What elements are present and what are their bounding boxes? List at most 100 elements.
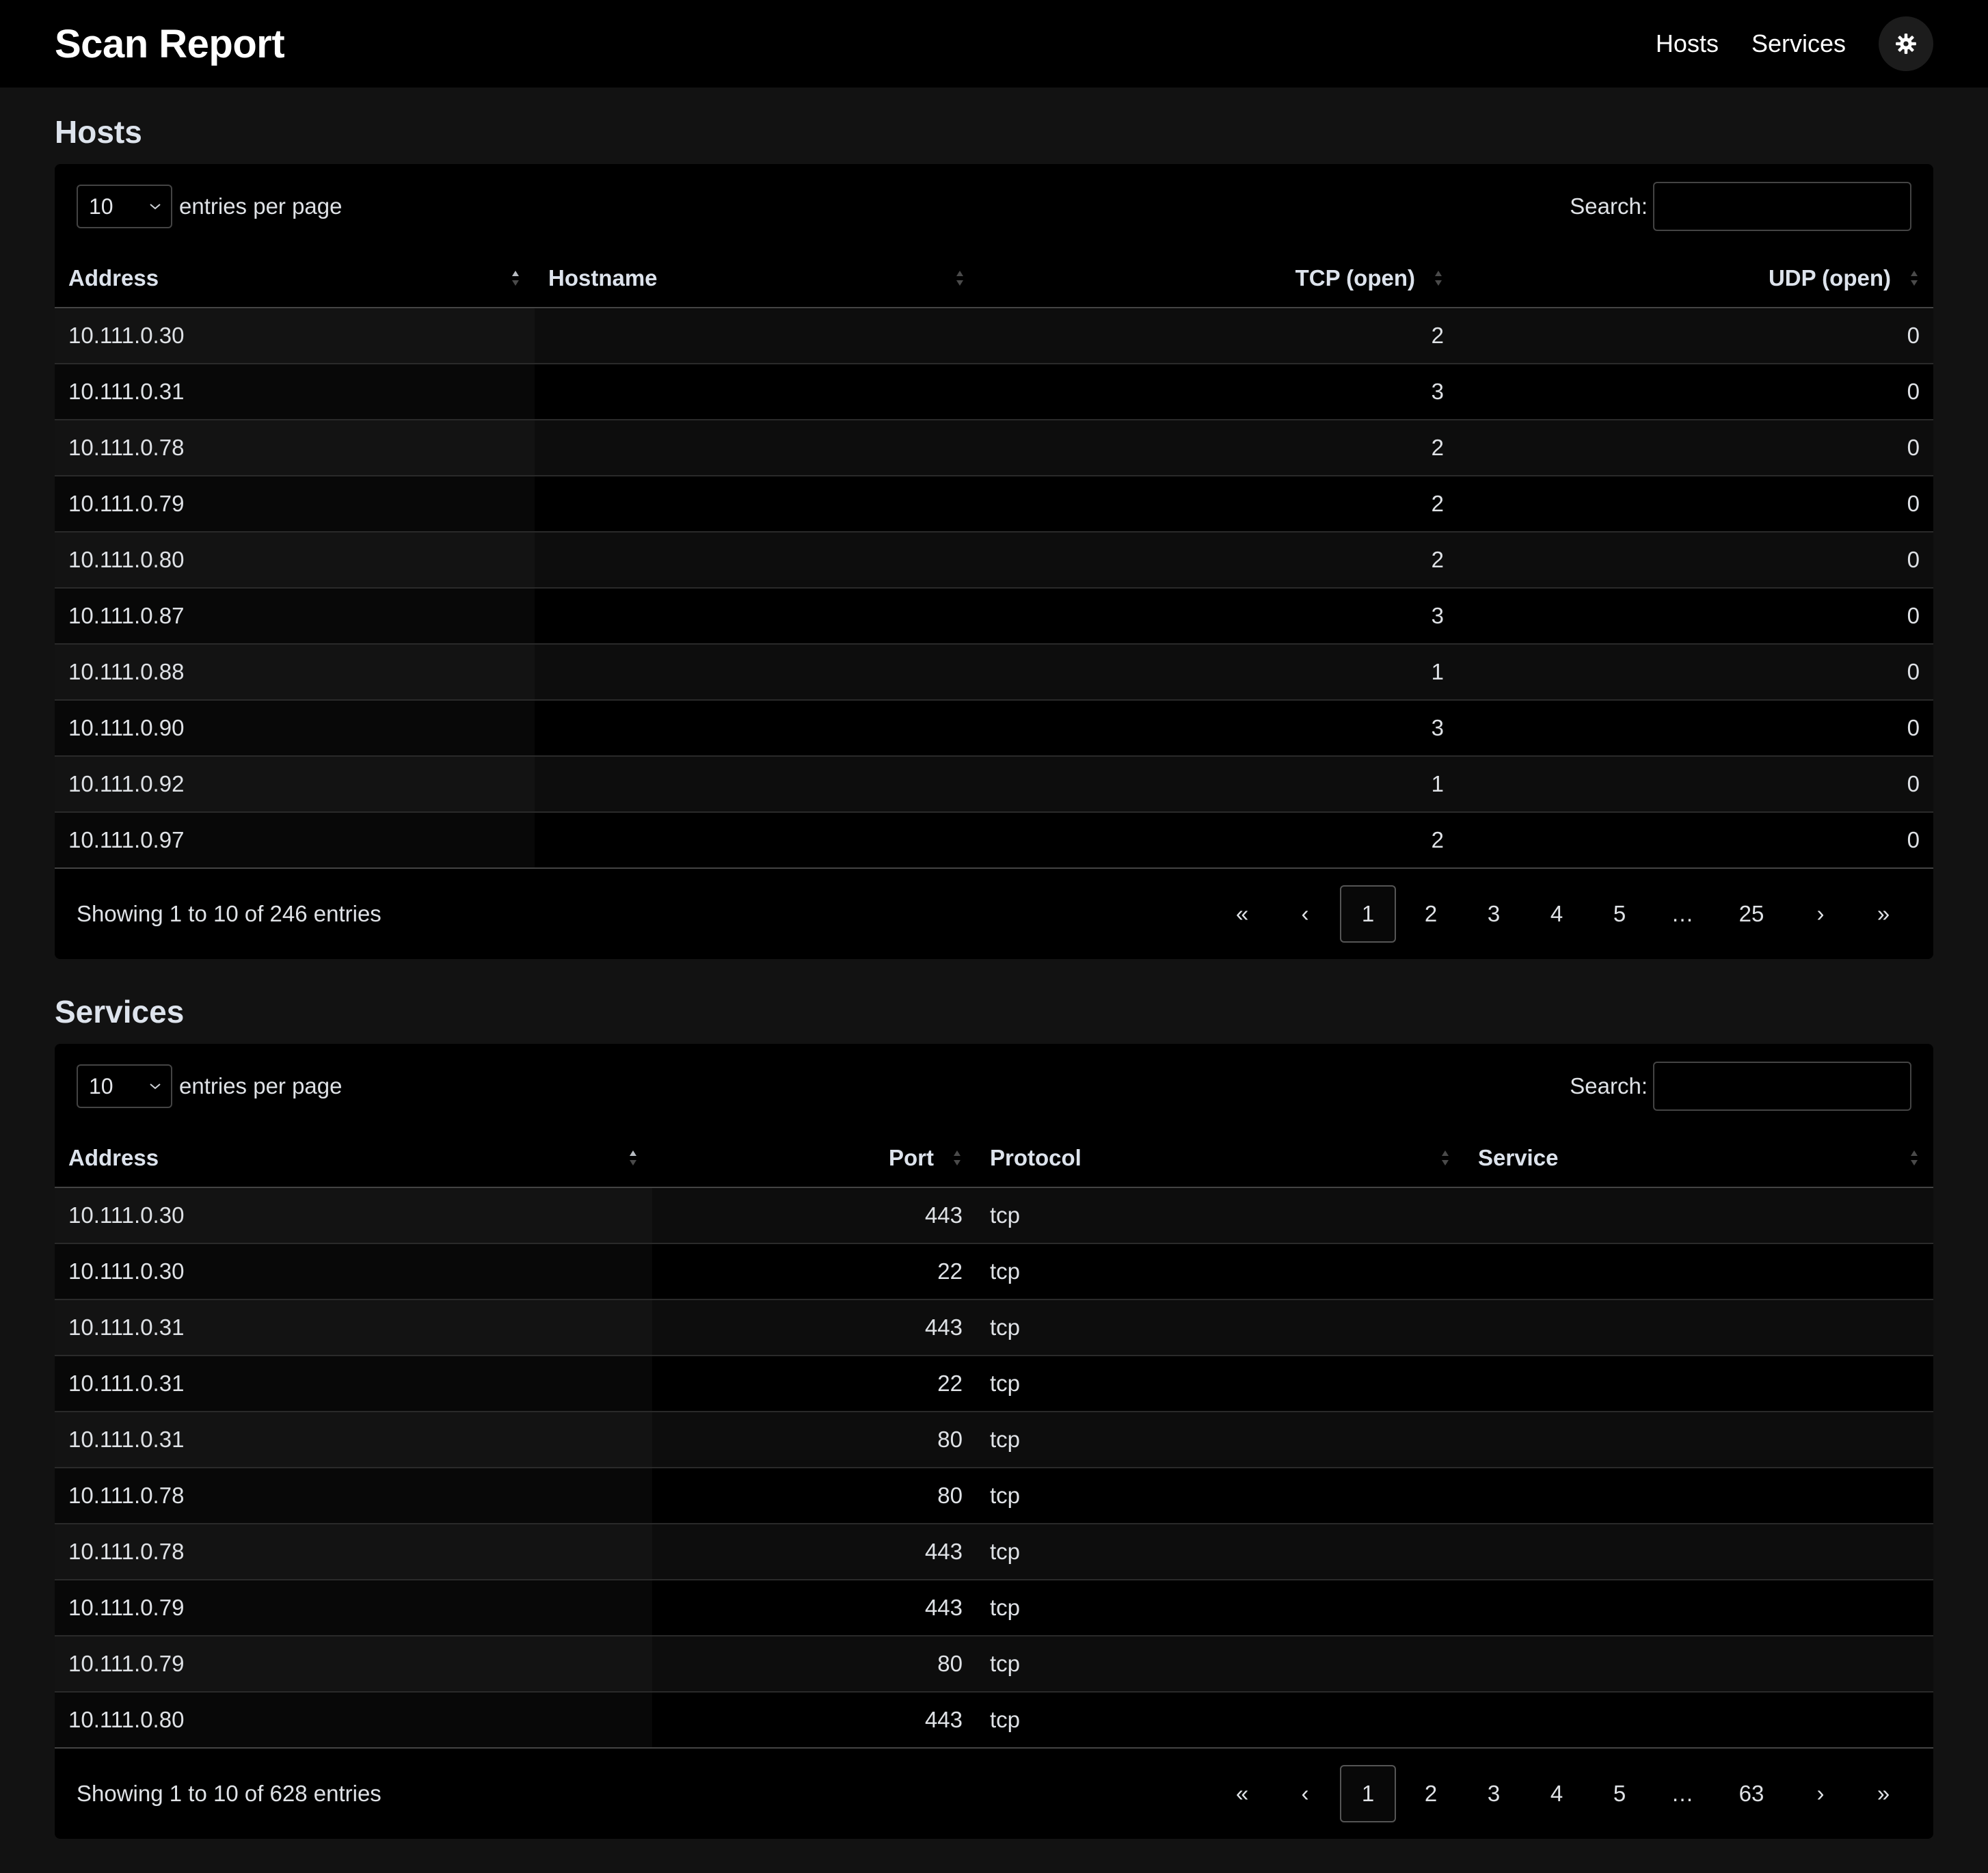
protocol-cell: tcp: [976, 1636, 1464, 1693]
theme-toggle-button[interactable]: [1879, 16, 1933, 71]
tcp-open-cell: 1: [979, 756, 1458, 813]
page-1-button[interactable]: 1: [1340, 885, 1396, 943]
udp-open-cell: 0: [1458, 812, 1933, 869]
hosts-length-select[interactable]: 10: [77, 185, 172, 228]
table-row: 10.111.0.90 3 0: [55, 700, 1933, 757]
table-row: 10.111.0.97 2 0: [55, 812, 1933, 869]
sort-icon: [956, 270, 963, 286]
table-row: 10.111.0.78 443 tcp: [55, 1524, 1933, 1580]
services-length-label: entries per page: [179, 1073, 342, 1099]
tcp-open-cell: 1: [979, 644, 1458, 701]
services-col-service[interactable]: Service: [1464, 1129, 1933, 1188]
service-cell: [1464, 1187, 1933, 1244]
hosts-controls: 10 entries per page Search:: [55, 164, 1933, 249]
address-cell: 10.111.0.80: [55, 1692, 652, 1749]
port-cell: 443: [652, 1299, 976, 1356]
first-page-button[interactable]: «: [1214, 1765, 1270, 1822]
hostname-cell: [535, 308, 979, 364]
services-search-input[interactable]: [1653, 1062, 1911, 1111]
tcp-open-cell: 2: [979, 420, 1458, 476]
nav-link-services[interactable]: Services: [1751, 29, 1846, 58]
sort-icon: [1911, 1150, 1918, 1165]
port-cell: 443: [652, 1524, 976, 1580]
table-row: 10.111.0.31 3 0: [55, 364, 1933, 420]
services-col-protocol[interactable]: Protocol: [976, 1129, 1464, 1188]
page-3-button[interactable]: 3: [1466, 885, 1522, 943]
address-cell: 10.111.0.30: [55, 1187, 652, 1244]
port-cell: 22: [652, 1356, 976, 1412]
table-row: 10.111.0.80 443 tcp: [55, 1692, 1933, 1749]
nav-link-hosts[interactable]: Hosts: [1656, 29, 1719, 58]
udp-open-cell: 0: [1458, 420, 1933, 476]
previous-page-button[interactable]: ‹: [1277, 885, 1333, 943]
hostname-cell: [535, 644, 979, 701]
page-ellipsis: …: [1671, 901, 1694, 926]
hostname-cell: [535, 476, 979, 533]
table-row: 10.111.0.79 443 tcp: [55, 1580, 1933, 1636]
udp-open-cell: 0: [1458, 588, 1933, 645]
udp-open-cell: 0: [1458, 532, 1933, 589]
page-5-button[interactable]: 5: [1591, 885, 1648, 943]
last-page-button[interactable]: »: [1855, 885, 1911, 943]
last-page-number-button[interactable]: 25: [1717, 885, 1786, 943]
hostname-cell: [535, 812, 979, 869]
tcp-open-cell: 3: [979, 588, 1458, 645]
hosts-section: Hosts 10 entries per page Search: Addres…: [0, 87, 1988, 959]
page-4-button[interactable]: 4: [1529, 885, 1585, 943]
gear-icon: [1896, 33, 1916, 54]
address-cell: 10.111.0.97: [55, 812, 535, 869]
table-row: 10.111.0.78 80 tcp: [55, 1468, 1933, 1524]
table-row: 10.111.0.79 80 tcp: [55, 1636, 1933, 1693]
services-col-port[interactable]: Port: [652, 1129, 976, 1188]
hostname-cell: [535, 420, 979, 476]
service-cell: [1464, 1243, 1933, 1300]
last-page-button[interactable]: »: [1855, 1765, 1911, 1822]
hostname-cell: [535, 700, 979, 757]
page-3-button[interactable]: 3: [1466, 1765, 1522, 1822]
service-cell: [1464, 1468, 1933, 1524]
services-heading: Services: [55, 994, 185, 1029]
table-row: 10.111.0.30 22 tcp: [55, 1243, 1933, 1300]
table-row: 10.111.0.30 2 0: [55, 308, 1933, 364]
next-page-button[interactable]: ›: [1792, 885, 1849, 943]
address-cell: 10.111.0.88: [55, 644, 535, 701]
services-length-select[interactable]: 10: [77, 1064, 172, 1108]
hostname-cell: [535, 588, 979, 645]
hosts-length-label: entries per page: [179, 193, 342, 219]
hosts-col-tcp[interactable]: TCP (open): [979, 249, 1458, 308]
services-entries-info: Showing 1 to 10 of 628 entries: [77, 1781, 381, 1806]
table-row: 10.111.0.87 3 0: [55, 588, 1933, 645]
last-page-number-button[interactable]: 63: [1717, 1765, 1786, 1822]
tcp-open-cell: 2: [979, 812, 1458, 869]
address-cell: 10.111.0.78: [55, 420, 535, 476]
tcp-open-cell: 2: [979, 476, 1458, 533]
services-col-address[interactable]: Address: [55, 1129, 652, 1188]
udp-open-cell: 0: [1458, 364, 1933, 420]
service-cell: [1464, 1412, 1933, 1468]
page-5-button[interactable]: 5: [1591, 1765, 1648, 1822]
page-2-button[interactable]: 2: [1403, 885, 1459, 943]
protocol-cell: tcp: [976, 1299, 1464, 1356]
table-row: 10.111.0.79 2 0: [55, 476, 1933, 533]
port-cell: 443: [652, 1692, 976, 1749]
previous-page-button[interactable]: ‹: [1277, 1765, 1333, 1822]
address-cell: 10.111.0.31: [55, 364, 535, 420]
hosts-col-hostname[interactable]: Hostname: [535, 249, 979, 308]
tcp-open-cell: 2: [979, 308, 1458, 364]
address-cell: 10.111.0.92: [55, 756, 535, 813]
page-1-button[interactable]: 1: [1340, 1765, 1396, 1822]
hosts-col-udp[interactable]: UDP (open): [1458, 249, 1933, 308]
hosts-search: Search:: [1570, 182, 1911, 231]
next-page-button[interactable]: ›: [1792, 1765, 1849, 1822]
hosts-pagination: « ‹ 1 2 3 4 5 … 25 › »: [1207, 885, 1911, 943]
hostname-cell: [535, 532, 979, 589]
hosts-search-input[interactable]: [1653, 182, 1911, 231]
brand-title[interactable]: Scan Report: [55, 21, 285, 67]
tcp-open-cell: 2: [979, 532, 1458, 589]
table-row: 10.111.0.30 443 tcp: [55, 1187, 1933, 1244]
first-page-button[interactable]: «: [1214, 885, 1270, 943]
page-2-button[interactable]: 2: [1403, 1765, 1459, 1822]
hosts-col-address[interactable]: Address: [55, 249, 535, 308]
udp-open-cell: 0: [1458, 700, 1933, 757]
page-4-button[interactable]: 4: [1529, 1765, 1585, 1822]
